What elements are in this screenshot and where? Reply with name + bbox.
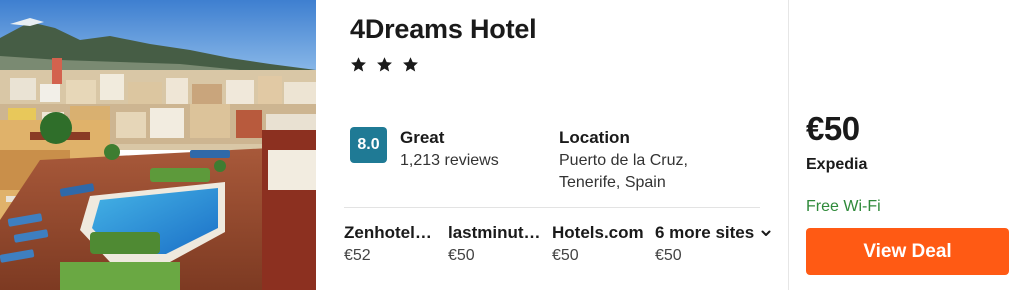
chevron-down-icon bbox=[761, 230, 771, 236]
provider-price-hotels-com[interactable]: Hotels.com €50 bbox=[552, 223, 648, 265]
location-line-2[interactable]: Tenerife, Spain bbox=[559, 174, 666, 192]
review-count[interactable]: 1,213 reviews bbox=[400, 152, 499, 170]
hotel-photo-image bbox=[0, 0, 316, 290]
star-icon bbox=[403, 57, 418, 72]
provider-price: €52 bbox=[344, 247, 371, 264]
deal-price[interactable]: €50 bbox=[806, 110, 860, 148]
rating-score-badge[interactable]: 8.0 bbox=[350, 127, 387, 163]
star-rating bbox=[350, 56, 419, 73]
more-sites-price: €50 bbox=[655, 247, 682, 264]
view-deal-button[interactable]: View Deal bbox=[806, 228, 1009, 275]
provider-name: Zenhotel… bbox=[344, 223, 432, 242]
more-sites-label-row: 6 more sites bbox=[655, 223, 781, 243]
provider-name: Hotels.com bbox=[552, 223, 644, 242]
more-sites-label: 6 more sites bbox=[655, 223, 755, 242]
divider bbox=[344, 207, 760, 208]
provider-price: €50 bbox=[552, 247, 579, 264]
location-label[interactable]: Location bbox=[559, 128, 630, 148]
more-sites-dropdown[interactable]: 6 more sites €50 bbox=[655, 223, 781, 265]
hotel-name[interactable]: 4Dreams Hotel bbox=[350, 14, 537, 45]
hotel-result-card: 4Dreams Hotel 8.0 Great 1,213 reviews Lo… bbox=[0, 0, 1024, 290]
provider-name: lastminut… bbox=[448, 223, 541, 242]
deal-provider[interactable]: Expedia bbox=[806, 156, 867, 174]
provider-price-lastminute[interactable]: lastminut… €50 bbox=[448, 223, 544, 265]
location-line-1[interactable]: Puerto de la Cruz, bbox=[559, 152, 688, 170]
deal-amenity: Free Wi-Fi bbox=[806, 198, 881, 215]
star-icon bbox=[377, 57, 392, 72]
star-icon bbox=[351, 57, 366, 72]
hotel-info: 4Dreams Hotel 8.0 Great 1,213 reviews Lo… bbox=[316, 0, 788, 290]
provider-price-zenhotels[interactable]: Zenhotel… €52 bbox=[344, 223, 440, 265]
deal-panel: €50 Expedia Free Wi-Fi View Deal bbox=[789, 0, 1024, 290]
hotel-photo[interactable] bbox=[0, 0, 316, 290]
rating-label[interactable]: Great bbox=[400, 128, 444, 148]
provider-price: €50 bbox=[448, 247, 475, 264]
